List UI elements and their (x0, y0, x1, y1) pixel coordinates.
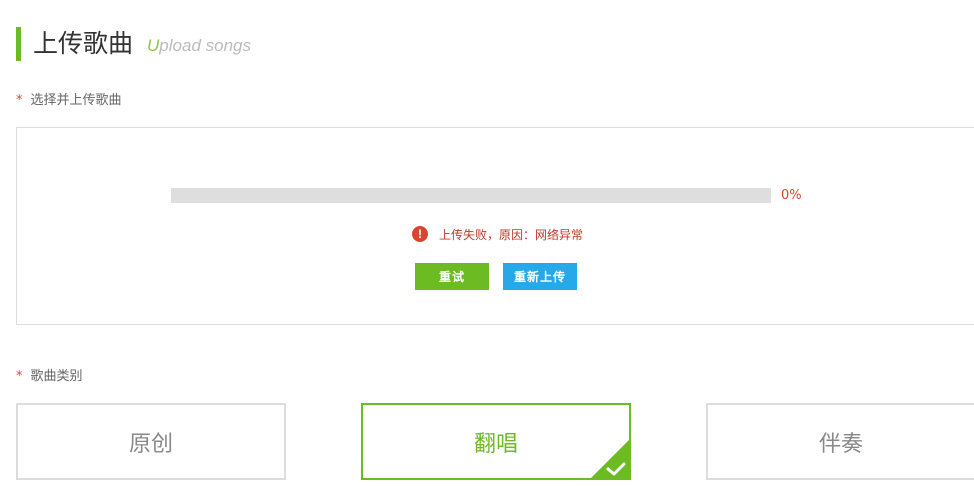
error-text: 上传失败，原因：网络异常 (439, 227, 584, 242)
required-mark: * (16, 93, 23, 108)
category-option-accompaniment[interactable]: 伴奏 (706, 403, 974, 480)
page-title: 上传歌曲 (33, 29, 134, 58)
category-option-cover[interactable]: 翻唱 (361, 403, 631, 480)
upload-progress-bar (171, 188, 771, 203)
heading-accent-bar (16, 27, 21, 61)
category-option-label: 伴奏 (818, 431, 863, 457)
page-subtitle: Upload songs (147, 24, 251, 64)
upload-progress-percent: 0% (781, 188, 802, 203)
category-option-original[interactable]: 原创 (16, 403, 286, 480)
checkmark-icon (591, 440, 629, 478)
required-mark: * (16, 369, 23, 384)
upload-error-message: ! 上传失败，原因：网络异常 (412, 225, 583, 243)
upload-label-text: 选择并上传歌曲 (30, 93, 122, 108)
page-subtitle-rest: pload songs (159, 36, 251, 55)
category-option-label: 翻唱 (473, 431, 518, 457)
reupload-button[interactable]: 重新上传 (503, 263, 577, 290)
page-subtitle-initial: U (147, 36, 160, 55)
exclamation-circle-icon: ! (412, 226, 428, 242)
category-option-label: 原创 (128, 431, 173, 457)
upload-panel: 0% ! 上传失败，原因：网络异常 重试 重新上传 (16, 127, 974, 325)
retry-button[interactable]: 重试 (415, 263, 489, 290)
category-label-text: 歌曲类别 (30, 369, 83, 384)
category-field-label: * 歌曲类别 (16, 368, 83, 386)
page-heading: 上传歌曲 Upload songs (16, 26, 251, 62)
upload-field-label: * 选择并上传歌曲 (16, 92, 122, 110)
